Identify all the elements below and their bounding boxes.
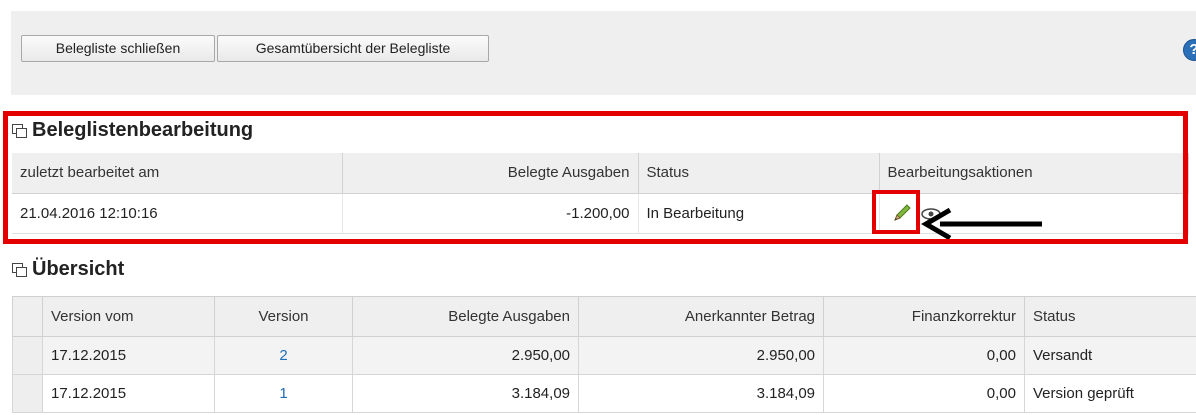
toolbar: Belegliste schließen Gesamtübersicht der… (11, 11, 1196, 95)
close-list-button[interactable]: Belegliste schließen (21, 35, 215, 62)
col-recognized[interactable]: Anerkannter Betrag (578, 296, 824, 337)
overview-section-title-text: Übersicht (32, 258, 125, 280)
correction-cell: 0,00 (823, 374, 1025, 413)
col-version[interactable]: Version (214, 296, 353, 337)
col-status[interactable]: Status (1024, 296, 1196, 337)
help-icon[interactable]: ? (1183, 39, 1196, 61)
overview-section-title: Übersicht (12, 258, 124, 281)
pencil-icon[interactable] (891, 202, 913, 224)
list-overview-button[interactable]: Gesamtübersicht der Belegliste (217, 35, 489, 62)
row-selector[interactable] (12, 374, 43, 413)
select-all-cell[interactable] (12, 296, 43, 337)
expenses-cell: 3.184,09 (352, 374, 579, 413)
col-correction[interactable]: Finanzkorrektur (823, 296, 1025, 337)
col-expenses[interactable]: Belegte Ausgaben (342, 153, 639, 194)
col-expenses[interactable]: Belegte Ausgaben (352, 296, 579, 337)
version-link[interactable]: 1 (279, 385, 287, 402)
section-collapse-icon[interactable] (12, 262, 27, 277)
section-collapse-icon[interactable] (12, 123, 27, 138)
col-actions[interactable]: Bearbeitungsaktionen (879, 153, 1189, 194)
status-cell: Version geprüft (1024, 374, 1196, 413)
table-row[interactable]: 17.12.2015 2 2.950,00 2.950,00 0,00 Vers… (12, 336, 1196, 375)
expenses-cell: -1.200,00 (342, 193, 639, 234)
status-cell: Versandt (1024, 336, 1196, 375)
col-edited-at[interactable]: zuletzt bearbeitet am (12, 153, 343, 194)
edited-at-cell: 21.04.2016 12:10:16 (12, 193, 343, 234)
edit-section-title-text: Beleglistenbearbeitung (32, 119, 254, 141)
table-row[interactable]: 17.12.2015 1 3.184,09 3.184,09 0,00 Vers… (12, 374, 1196, 413)
version-cell: 1 (214, 374, 353, 413)
recognized-cell: 2.950,00 (578, 336, 824, 375)
expenses-cell: 2.950,00 (352, 336, 579, 375)
edit-section-title: Beleglistenbearbeitung (12, 119, 253, 142)
correction-cell: 0,00 (823, 336, 1025, 375)
version-link[interactable]: 2 (279, 347, 287, 364)
status-cell: In Bearbeitung (638, 193, 880, 234)
version-cell: 2 (214, 336, 353, 375)
version-date-cell: 17.12.2015 (42, 336, 215, 375)
col-status[interactable]: Status (638, 153, 880, 194)
pointer-arrow-icon (921, 207, 1042, 241)
col-version-date[interactable]: Version vom (42, 296, 215, 337)
recognized-cell: 3.184,09 (578, 374, 824, 413)
overview-table: Version vom Version Belegte Ausgaben Ane… (12, 296, 1196, 413)
version-date-cell: 17.12.2015 (42, 374, 215, 413)
row-selector[interactable] (12, 336, 43, 375)
